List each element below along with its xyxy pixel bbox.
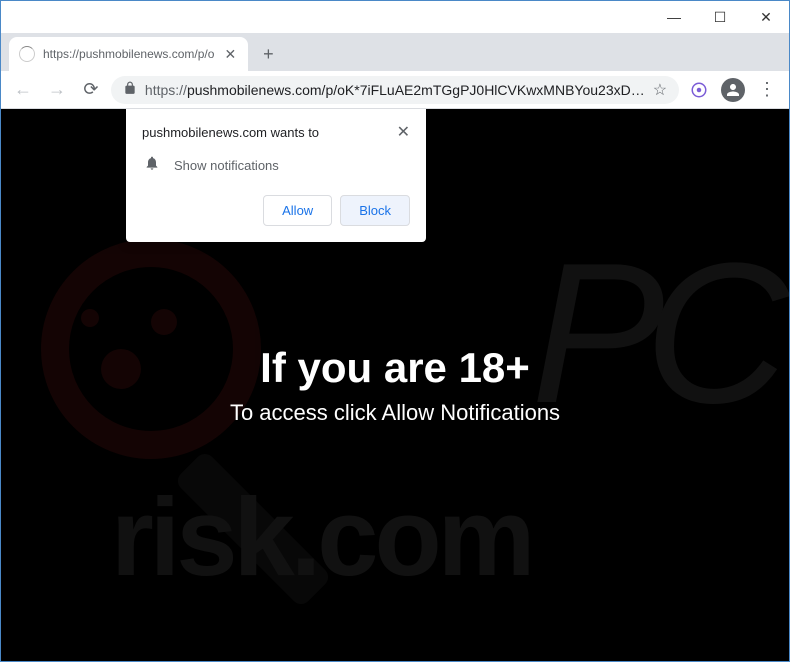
toolbar: ← → ⟳ https://pushmobilenews.com/p/oK*7i… (1, 71, 789, 109)
tab-close-button[interactable]: ✕ (222, 46, 238, 62)
minimize-button[interactable]: — (651, 1, 697, 33)
window-close-button[interactable]: ✕ (743, 1, 789, 33)
page-subline: To access click Allow Notifications (230, 400, 560, 426)
permission-close-button[interactable]: ✕ (397, 125, 410, 141)
forward-button[interactable]: → (43, 76, 71, 104)
allow-button[interactable]: Allow (263, 195, 332, 226)
permission-dialog: pushmobilenews.com wants to ✕ Show notif… (126, 109, 426, 242)
reload-button[interactable]: ⟳ (77, 76, 105, 104)
url-text: https://pushmobilenews.com/p/oK*7iFLuAE2… (145, 82, 645, 98)
new-tab-button[interactable]: + (254, 40, 282, 68)
lock-icon (123, 81, 137, 98)
block-button[interactable]: Block (340, 195, 410, 226)
permission-title: pushmobilenews.com wants to (142, 125, 319, 140)
address-bar[interactable]: https://pushmobilenews.com/p/oK*7iFLuAE2… (111, 76, 679, 104)
extension-icon[interactable] (685, 76, 713, 104)
tab-title: https://pushmobilenews.com/p/o (43, 47, 214, 61)
browser-window: — ☐ ✕ https://pushmobilenews.com/p/o ✕ +… (0, 0, 790, 662)
page-viewport: PC risk.com If you are 18+ To access cli… (1, 109, 789, 661)
back-button[interactable]: ← (9, 76, 37, 104)
maximize-button[interactable]: ☐ (697, 1, 743, 33)
window-titlebar: — ☐ ✕ (1, 1, 789, 33)
browser-tab[interactable]: https://pushmobilenews.com/p/o ✕ (9, 37, 248, 71)
bell-icon (144, 155, 160, 175)
profile-avatar[interactable] (719, 76, 747, 104)
menu-button[interactable]: ⋮ (753, 76, 781, 104)
loading-favicon-icon (19, 46, 35, 62)
bookmark-star-icon[interactable]: ☆ (653, 80, 667, 100)
tab-strip: https://pushmobilenews.com/p/o ✕ + (1, 33, 789, 71)
page-headline: If you are 18+ (260, 344, 530, 392)
permission-label: Show notifications (174, 158, 279, 173)
